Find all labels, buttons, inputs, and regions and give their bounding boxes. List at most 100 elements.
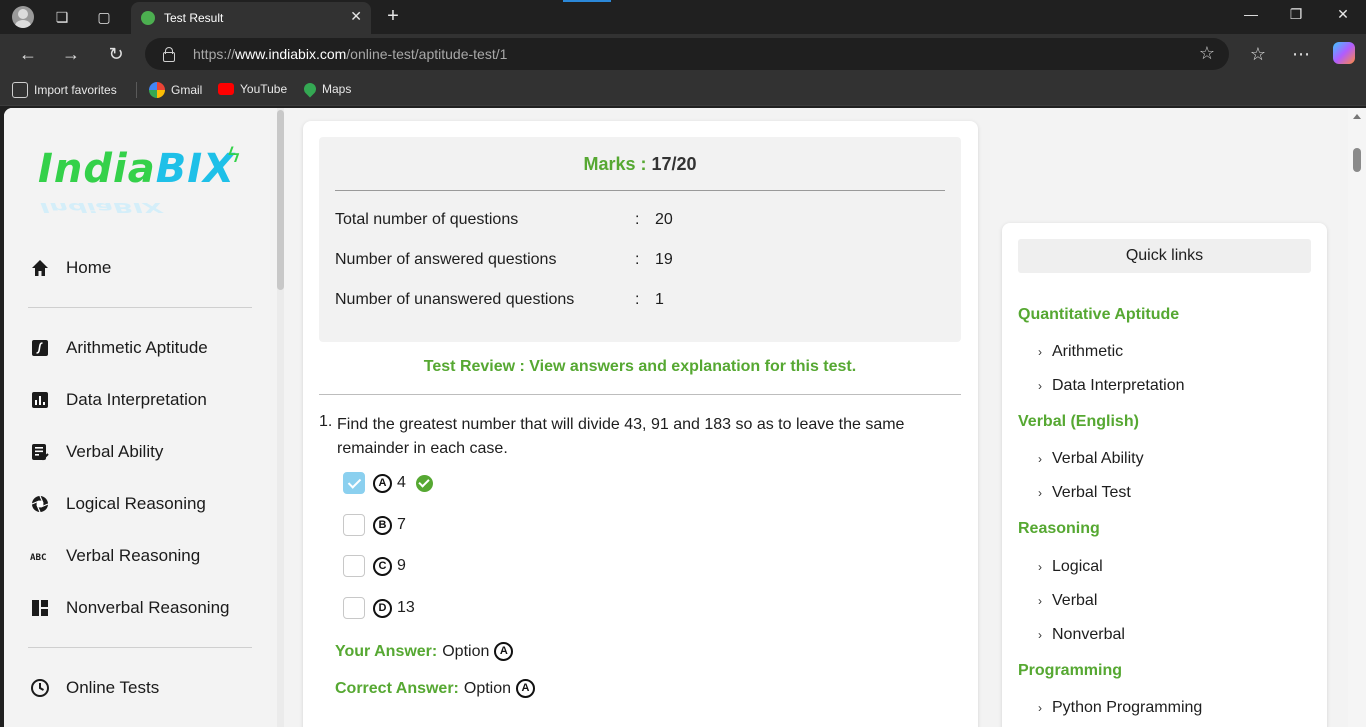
copilot-icon[interactable]: [1333, 42, 1355, 64]
your-answer-letter: A: [494, 642, 514, 661]
import-icon: [12, 82, 28, 98]
checklist-icon: [30, 442, 50, 462]
google-icon: [149, 82, 165, 98]
favorites-bar: Import favorites Gmail YouTube Maps: [0, 74, 1366, 106]
quick-link-data-interpretation[interactable]: › Data Interpretation: [1038, 377, 1185, 395]
sidebar-item-verbal-ability[interactable]: Verbal Ability: [30, 442, 163, 462]
option-a-checkbox[interactable]: [343, 472, 365, 494]
sidebar-scrollbar[interactable]: [277, 108, 284, 727]
youtube-icon: [218, 83, 234, 95]
marks-heading: Marks : 17/20: [583, 154, 697, 174]
sidebar-item-online-tests[interactable]: Online Tests: [30, 678, 159, 698]
stat-label-unanswered: Number of unanswered questions: [335, 291, 575, 308]
back-icon[interactable]: ←: [16, 42, 40, 66]
quick-links-category[interactable]: Programming: [1018, 662, 1122, 680]
new-tab-icon[interactable]: +: [383, 6, 403, 27]
stat-value-total: 20: [655, 211, 673, 228]
chevron-right-icon: ›: [1038, 628, 1042, 642]
quick-links-category[interactable]: Reasoning: [1018, 520, 1100, 538]
favorites-list-icon[interactable]: ☆: [1246, 42, 1270, 66]
option-c-checkbox[interactable]: [343, 555, 365, 577]
maps-icon: [301, 80, 319, 98]
forward-icon[interactable]: →: [59, 42, 83, 66]
chevron-right-icon: ›: [1038, 486, 1042, 500]
quick-link-arithmetic[interactable]: › Arithmetic: [1038, 343, 1123, 361]
tab-test-result[interactable]: Test Result ✕: [131, 2, 371, 34]
quick-link-verbal-ability[interactable]: › Verbal Ability: [1038, 450, 1144, 468]
accent-line: [563, 0, 611, 2]
marks-score: 17/20: [651, 154, 697, 174]
collections-icon[interactable]: ❏: [52, 7, 72, 27]
sidebar-item-home[interactable]: Home: [30, 258, 111, 278]
marks-summary: Marks : 17/20 Total number of questions …: [319, 137, 961, 342]
chevron-right-icon: ›: [1038, 379, 1042, 393]
question-text: Find the greatest number that will divid…: [337, 416, 905, 457]
refresh-icon[interactable]: ↻: [104, 42, 128, 66]
sidebar-item-arithmetic-aptitude[interactable]: Arithmetic Aptitude: [30, 338, 208, 358]
svg-text:ABC: ABC: [30, 552, 47, 563]
sidebar-item-logical-reasoning[interactable]: Logical Reasoning: [30, 494, 206, 514]
chevron-right-icon: ›: [1038, 701, 1042, 715]
quick-links-category[interactable]: Verbal (English): [1018, 413, 1139, 431]
stat-value-answered: 19: [655, 251, 673, 268]
chevron-right-icon: ›: [1038, 594, 1042, 608]
option-b[interactable]: B 7: [343, 513, 406, 537]
close-tab-icon[interactable]: ✕: [350, 8, 362, 25]
favorite-gmail[interactable]: Gmail: [149, 82, 202, 98]
sidebar-item-verbal-reasoning[interactable]: ABC Verbal Reasoning: [30, 546, 200, 566]
logo-bolt-icon: ϟ: [228, 142, 240, 167]
indiabix-logo[interactable]: IndiaBIX IndiaBIX ϟ: [38, 142, 248, 218]
address-bar[interactable]: https://www.indiabix.com/online-test/apt…: [145, 38, 1229, 70]
option-b-text: 7: [397, 516, 406, 533]
stat-label-answered: Number of answered questions: [335, 251, 557, 268]
quick-links-title: Quick links: [1018, 239, 1311, 273]
function-icon: [30, 338, 50, 358]
option-d-text: 13: [397, 599, 415, 616]
quick-link-verbal[interactable]: › Verbal: [1038, 592, 1097, 610]
test-review-link[interactable]: Test Review : View answers and explanati…: [319, 358, 961, 376]
url-text[interactable]: https://www.indiabix.com/online-test/apt…: [193, 46, 507, 62]
more-menu-icon[interactable]: ⋯: [1289, 42, 1313, 66]
quick-link-python-programming[interactable]: › Python Programming: [1038, 699, 1202, 717]
stat-value-unanswered: 1: [655, 291, 664, 308]
quick-links-panel: Quick links Quantitative Aptitude › Arith…: [1002, 223, 1327, 727]
correct-answer: Correct Answer: Option A: [335, 679, 536, 698]
stat-label-total: Total number of questions: [335, 211, 519, 228]
page-viewport: IndiaBIX IndiaBIX ϟ Home Arithmetic Apti…: [4, 108, 1366, 727]
close-window-icon[interactable]: ✕: [1333, 6, 1353, 23]
option-c[interactable]: C 9: [343, 554, 406, 578]
correct-check-icon: [415, 474, 433, 492]
quick-link-nonverbal[interactable]: › Nonverbal: [1038, 626, 1125, 644]
option-b-letter: B: [373, 515, 392, 535]
option-d-checkbox[interactable]: [343, 597, 365, 619]
chevron-right-icon: ›: [1038, 560, 1042, 574]
dashboard-icon: [30, 598, 50, 618]
sidebar-item-nonverbal-reasoning[interactable]: Nonverbal Reasoning: [30, 598, 230, 618]
option-d[interactable]: D 13: [343, 596, 415, 620]
question-number: 1.: [319, 413, 333, 430]
option-b-checkbox[interactable]: [343, 514, 365, 536]
favorite-import[interactable]: Import favorites: [12, 82, 117, 98]
tab-actions-icon[interactable]: ▢: [94, 7, 114, 27]
quick-link-verbal-test[interactable]: › Verbal Test: [1038, 484, 1131, 502]
quick-links-category[interactable]: Quantitative Aptitude: [1018, 306, 1179, 324]
browser-toolbar: ← → ↻ https://www.indiabix.com/online-te…: [0, 34, 1366, 74]
minimize-icon[interactable]: —: [1241, 6, 1261, 22]
lock-icon[interactable]: [163, 47, 175, 62]
favorite-maps[interactable]: Maps: [301, 80, 351, 98]
favorite-youtube[interactable]: YouTube: [218, 82, 287, 96]
favorite-star-icon[interactable]: ☆: [1199, 43, 1215, 64]
restore-icon[interactable]: ❐: [1286, 6, 1306, 23]
profile-avatar-icon[interactable]: [12, 6, 34, 28]
sidebar-item-data-interpretation[interactable]: Data Interpretation: [30, 390, 207, 410]
option-a[interactable]: A 4: [343, 471, 433, 495]
option-c-text: 9: [397, 557, 406, 574]
option-a-letter: A: [373, 473, 392, 493]
page-scrollbar-thumb[interactable]: [1353, 148, 1361, 172]
quick-link-logical[interactable]: › Logical: [1038, 558, 1103, 576]
page-scrollbar[interactable]: [1348, 108, 1366, 727]
scroll-up-icon[interactable]: [1353, 114, 1361, 119]
sidebar-scrollbar-thumb[interactable]: [277, 110, 284, 290]
correct-answer-letter: A: [516, 679, 536, 698]
home-icon: [30, 258, 50, 278]
